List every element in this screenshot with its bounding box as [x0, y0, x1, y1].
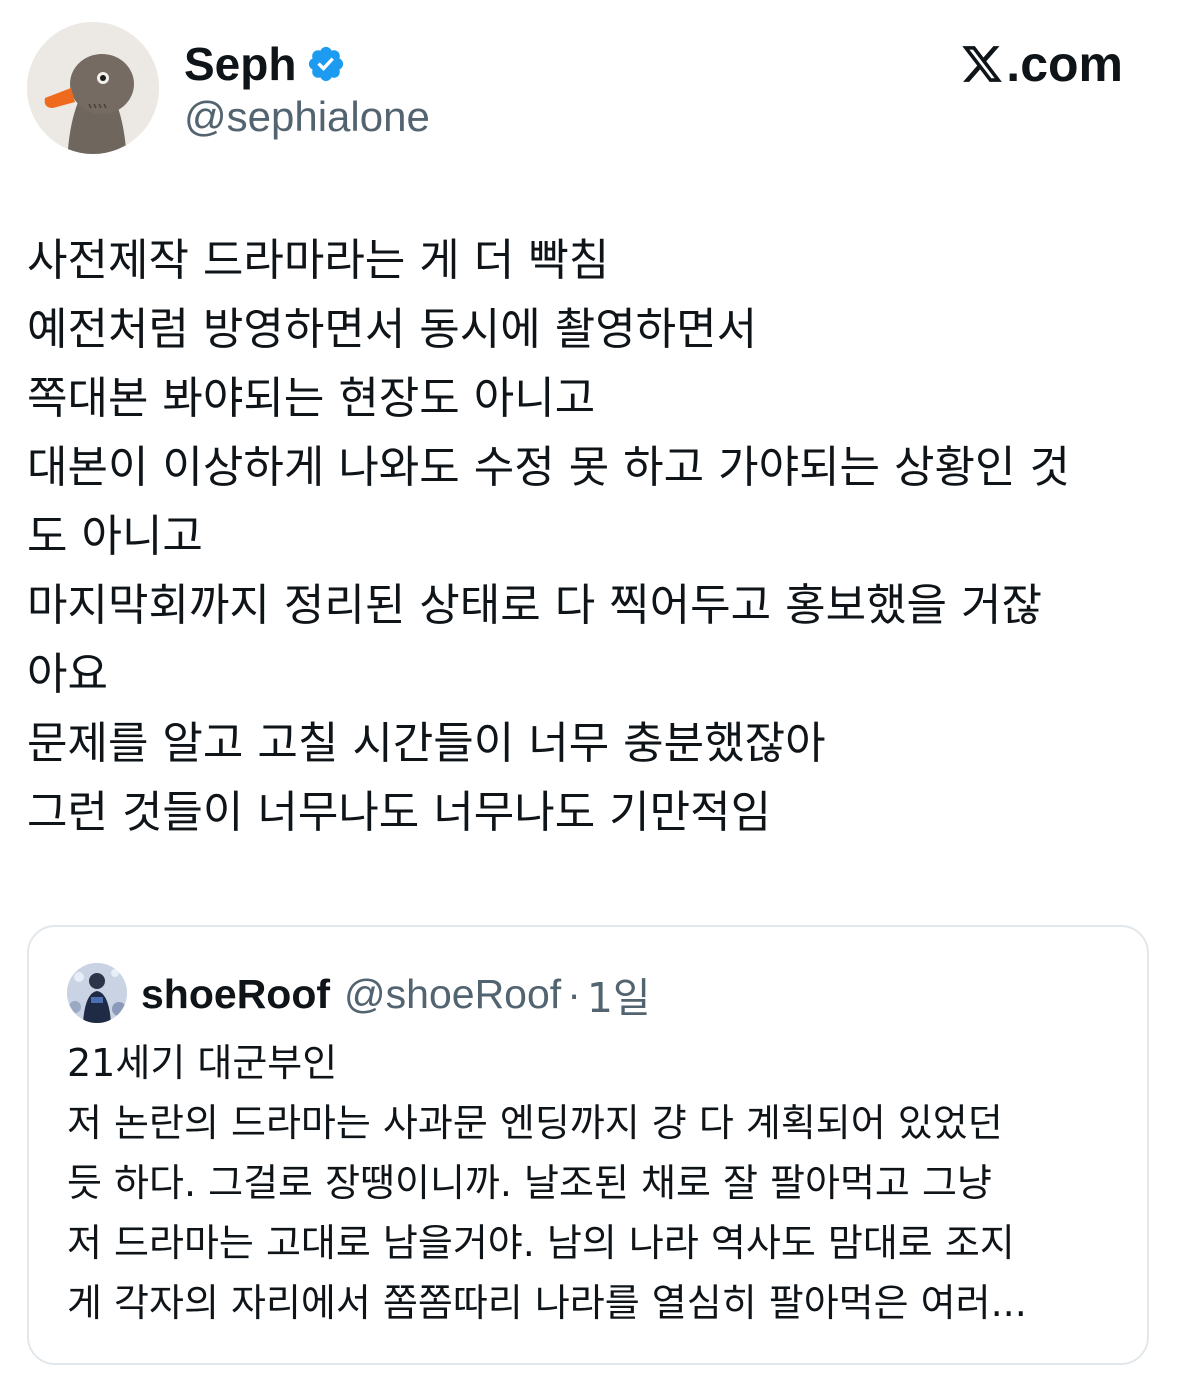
quoted-line: 듯 하다. 그걸로 장땡이니까. 날조된 채로 잘 팔아먹고 그냥: [67, 1161, 992, 1205]
quoted-line: 21세기 대군부인: [67, 1041, 338, 1085]
tweet-line: 아요: [27, 649, 108, 700]
verified-badge-icon: [309, 46, 344, 82]
quoted-line: 저 드라마는 고대로 남을거야. 남의 나라 역사도 맘대로 조지: [67, 1221, 1015, 1265]
quoted-handle[interactable]: @shoeRoof: [344, 971, 561, 1018]
author-handle[interactable]: @sephialone: [184, 92, 430, 142]
tweet-line: 마지막회까지 정리된 상태로 다 찍어두고 홍보했을 거잖: [27, 580, 1042, 631]
quoted-body: 21세기 대군부인 저 논란의 드라마는 사과문 엔딩까지 걍 다 계획되어 있…: [67, 1033, 1127, 1333]
tweet-line: 문제를 알고 고칠 시간들이 너무 충분했잖아: [27, 718, 826, 769]
quoted-timestamp[interactable]: 1일: [587, 964, 651, 1024]
tweet-body: 사전제작 드라마라는 게 더 빡침 예전처럼 방영하면서 동시에 촬영하면서 쪽…: [27, 226, 1152, 847]
author-display-name[interactable]: Seph: [184, 36, 296, 92]
tweet-line: 쪽대본 봐야되는 현장도 아니고: [27, 373, 596, 424]
quoted-separator: ·: [567, 970, 581, 1017]
tweet-line: 예전처럼 방영하면서 동시에 촬영하면서: [27, 304, 758, 355]
quoted-display-name[interactable]: shoeRoof: [141, 971, 330, 1018]
quoted-line: 게 각자의 자리에서 쫌쫌따리 나라를 열심히 팔아먹은 여러...: [67, 1281, 1027, 1325]
author-avatar[interactable]: [27, 22, 159, 154]
tweet-line: 대본이 이상하게 나와도 수정 못 하고 가야되는 상황인 것: [27, 442, 1070, 493]
brand-logo: .com: [960, 34, 1123, 94]
tweet-line: 사전제작 드라마라는 게 더 빡침: [27, 235, 610, 286]
tweet-line: 도 아니고: [27, 511, 203, 562]
tweet-line: 그런 것들이 너무나도 너무나도 기만적임: [27, 787, 772, 838]
quoted-line: 저 논란의 드라마는 사과문 엔딩까지 걍 다 계획되어 있었던: [67, 1101, 1003, 1145]
quoted-header: shoeRoof @shoeRoof · 1일: [141, 964, 651, 1024]
quoted-author-avatar[interactable]: [67, 963, 127, 1023]
quoted-tweet-card[interactable]: shoeRoof @shoeRoof · 1일 21세기 대군부인 저 논란의 …: [27, 925, 1149, 1365]
goose-plush-avatar-icon: [27, 22, 159, 154]
brand-domain-text: .com: [1006, 36, 1123, 92]
person-photo-avatar-icon: [67, 963, 127, 1023]
author-name-row: Seph: [184, 36, 346, 92]
x-logo-icon: [962, 46, 1003, 82]
